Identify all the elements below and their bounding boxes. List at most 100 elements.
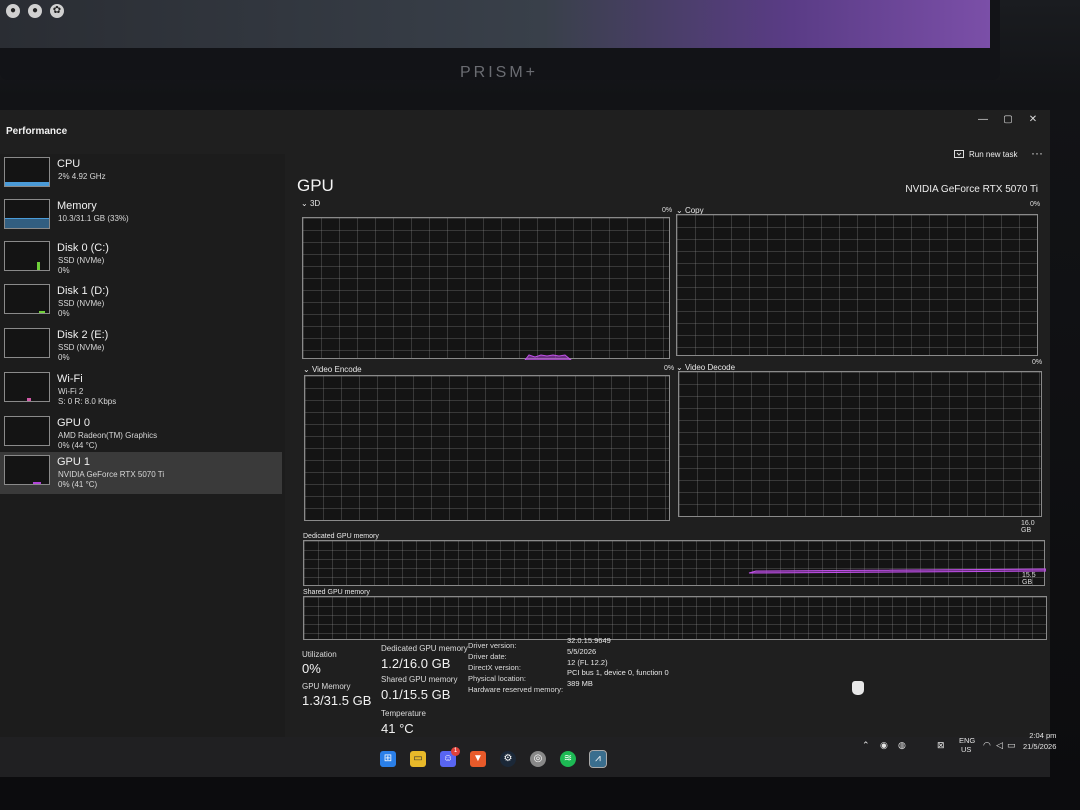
wifi-icon[interactable]: ◠	[983, 740, 991, 751]
engine-video-encode-percent: 0%	[664, 365, 675, 372]
engine-video-encode-label-text: Video Encode	[311, 365, 362, 374]
engine-video-encode-label[interactable]: ⌄ Video Encode	[303, 365, 362, 374]
gpu-0-thumbnail-graph	[4, 416, 50, 446]
utilization-value: 0%	[302, 661, 321, 676]
window-title: Performance	[6, 126, 68, 137]
chevron-up-icon[interactable]: ⌃	[862, 740, 870, 751]
sidebar-item-name: Disk 1 (D:)	[57, 285, 109, 297]
gpu-memory-label: GPU Memory	[302, 682, 351, 691]
sidebar-item-name: CPU	[57, 158, 81, 170]
dedicated-memory-max: 16.0 GB	[1021, 520, 1035, 534]
disk-2-thumbnail-graph	[4, 328, 50, 358]
close-button[interactable]: ✕	[1026, 114, 1040, 125]
directx-version-key: DirectX version:	[468, 663, 521, 672]
chrome-icon[interactable]: ◎	[530, 751, 546, 767]
sidebar-item-detail: SSD (NVMe)	[58, 299, 105, 308]
sidebar-item-memory[interactable]: Memory 10.3/31.1 GB (33%)	[0, 196, 282, 238]
clock[interactable]: 2:04 pm 21/5/2026	[1023, 731, 1056, 751]
gpu-detail-pane: Run new task ··· GPU NVIDIA GeForce RTX …	[296, 146, 1047, 760]
sidebar-item-disk-0[interactable]: Disk 0 (C:) SSD (NVMe) 0%	[0, 238, 282, 280]
monitor-brand: PRISM+	[460, 64, 539, 81]
clock-date: 21/5/2026	[1023, 742, 1057, 751]
sidebar-item-gpu-1[interactable]: GPU 1 NVIDIA GeForce RTX 5070 Ti 0% (41 …	[0, 452, 282, 494]
engine-copy-percent: 0%	[1030, 201, 1041, 208]
sidebar-item-cpu[interactable]: CPU 2% 4.92 GHz	[0, 154, 282, 196]
memory-thumbnail-graph	[4, 199, 50, 229]
steam-icon[interactable]: ⚙	[500, 751, 516, 767]
dedicated-memory-value: 1.2/16.0 GB	[381, 656, 451, 671]
utilization-label: Utilization	[302, 650, 337, 659]
sidebar-item-name: GPU 0	[57, 417, 91, 429]
spotify-icon[interactable]: ≋	[560, 751, 576, 767]
sidebar-item-detail: 2% 4.92 GHz	[58, 172, 106, 181]
sidebar-item-usage: 0%	[58, 353, 70, 362]
disk-1-thumbnail-graph	[4, 284, 50, 314]
tray-app-icon[interactable]: ◍	[898, 740, 906, 751]
engine-3d-percent: 0%	[662, 207, 673, 214]
engine-3d-trace	[524, 354, 572, 360]
wifi-thumbnail-graph	[4, 372, 50, 402]
dedicated-memory-graph-label: Dedicated GPU memory	[303, 533, 379, 540]
dedicated-memory-graph	[303, 540, 1046, 586]
region-code: US	[961, 745, 972, 754]
sidebar-item-usage: S: 0 R: 8.0 Kbps	[58, 397, 117, 406]
language-indicator[interactable]: ENG US	[959, 736, 975, 754]
shared-memory-graph	[303, 596, 1047, 640]
page-title: GPU	[297, 176, 334, 195]
hardware-reserved-memory-key: Hardware reserved memory:	[468, 685, 564, 694]
maximize-button[interactable]: ▢	[1001, 114, 1015, 125]
run-new-task-label: Run new task	[969, 149, 1018, 159]
sidebar-item-wifi[interactable]: Wi-Fi Wi-Fi 2 S: 0 R: 8.0 Kbps	[0, 369, 282, 411]
engine-3d-label[interactable]: ⌄ 3D	[301, 199, 320, 208]
task-manager-icon[interactable]: ⩘	[589, 750, 607, 768]
temperature-label: Temperature	[381, 709, 426, 718]
windows-start-icon[interactable]: ⊞	[380, 751, 396, 767]
clock-time: 2:04 pm	[1029, 731, 1057, 740]
discord-notification-badge: 1	[451, 747, 460, 756]
discord-icon[interactable]: ☺ 1	[440, 747, 460, 767]
sidebar-item-detail: NVIDIA GeForce RTX 5070 Ti	[58, 470, 165, 479]
sidebar-item-name: Disk 2 (E:)	[57, 329, 109, 341]
sidebar-item-detail: AMD Radeon(TM) Graphics	[58, 431, 158, 440]
sidebar-item-disk-2[interactable]: Disk 2 (E:) SSD (NVMe) 0%	[0, 325, 282, 367]
driver-date-value: 5/5/2026	[567, 647, 597, 656]
tray-app-icon[interactable]: ⊠	[937, 740, 945, 751]
performance-sidebar: CPU 2% 4.92 GHz Memory 10.3/31.1 GB (33%…	[0, 154, 285, 760]
app-icon[interactable]: ●	[6, 4, 20, 18]
temperature-value: 41 °C	[381, 721, 414, 736]
sidebar-item-usage: 0%	[58, 309, 70, 318]
battery-icon[interactable]: ▭	[1007, 740, 1016, 751]
shared-memory-max: 15.5 GB	[1022, 572, 1036, 586]
run-new-task-button[interactable]: Run new task	[954, 149, 1017, 159]
more-options-button[interactable]: ···	[1031, 146, 1043, 160]
sidebar-item-name: Disk 0 (C:)	[57, 242, 109, 254]
brave-icon[interactable]: ▼	[470, 751, 486, 767]
shared-memory-value: 0.1/15.5 GB	[381, 687, 451, 702]
driver-version-key: Driver version:	[468, 641, 517, 650]
shared-memory-graph-label: Shared GPU memory	[303, 589, 370, 596]
taskbar: ⊞ ▭ ☺ 1 ▼ ⚙ ◎ ≋ ⩘ ⌃ ◉ ◍ ⊠ ENG US ◠ ◁ ▭ 2…	[0, 731, 1056, 777]
top-monitor-screen: ● ● ✿	[0, 0, 990, 48]
sidebar-item-name: Wi-Fi	[57, 373, 83, 385]
engine-copy-graph	[676, 214, 1038, 356]
dedicated-memory-trace	[748, 568, 1046, 574]
cursor-pet-icon	[852, 681, 864, 695]
driver-version-value: 32.0.15.9649	[567, 636, 611, 645]
gear-icon[interactable]: ✿	[50, 4, 64, 18]
file-explorer-icon[interactable]: ▭	[410, 751, 426, 767]
physical-location-key: Physical location:	[468, 674, 526, 683]
title-bar: Performance — ▢ ✕	[0, 110, 1050, 154]
volume-icon[interactable]: ◁	[996, 740, 1003, 751]
dedicated-memory-label: Dedicated GPU memory	[381, 644, 468, 653]
sidebar-item-gpu-0[interactable]: GPU 0 AMD Radeon(TM) Graphics 0% (44 °C)	[0, 413, 282, 455]
app-icon[interactable]: ●	[28, 4, 42, 18]
controller-icon[interactable]: ◉	[880, 740, 888, 751]
engine-video-encode-graph	[304, 375, 670, 521]
taskbar-apps: ⊞ ▭ ☺ 1 ▼ ⚙ ◎ ≋ ⩘	[380, 747, 607, 768]
minimize-button[interactable]: —	[976, 114, 990, 125]
driver-date-key: Driver date:	[468, 652, 507, 661]
language-code: ENG	[959, 736, 976, 745]
sidebar-item-disk-1[interactable]: Disk 1 (D:) SSD (NVMe) 0%	[0, 281, 282, 323]
hardware-reserved-memory-value: 389 MB	[567, 679, 593, 688]
memory-thumbnail-fill	[5, 218, 49, 228]
